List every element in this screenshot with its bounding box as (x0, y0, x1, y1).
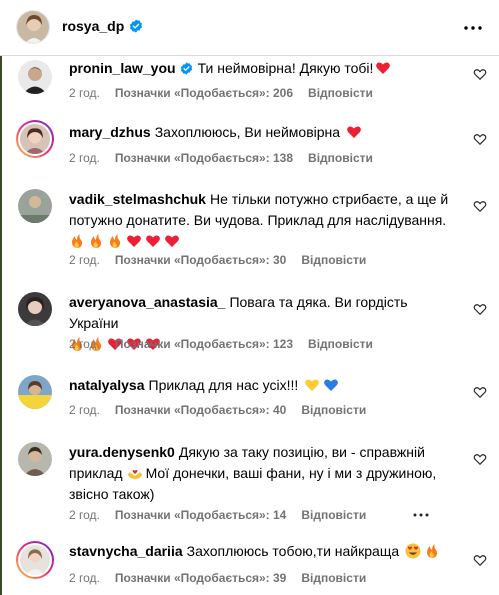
comment-text: Ти неймовірна! Дякую тобі! (197, 60, 374, 76)
comment-username[interactable]: yura.denysenk0 (69, 444, 175, 460)
comment-text: Захоплююсь тобою,ти найкраща (186, 543, 400, 559)
comment-username[interactable]: stavnycha_dariia (69, 543, 183, 559)
comment-username[interactable]: vadik_stelmashchuk (69, 191, 206, 207)
comment-likes[interactable]: Позначки «Подобається»: 30 (115, 252, 286, 268)
reply-button[interactable]: Відповісти (301, 402, 366, 418)
comment-time: 2 год. (69, 571, 100, 585)
comment-likes[interactable]: Позначки «Подобається»: 206 (115, 85, 293, 101)
comment-likes[interactable]: Позначки «Подобається»: 123 (115, 336, 293, 352)
comment-username[interactable]: pronin_law_you (69, 60, 176, 76)
like-heart-icon[interactable] (473, 302, 487, 316)
comment-more-icon[interactable] (411, 507, 431, 523)
red-heart-icon (146, 235, 160, 247)
post-author-username[interactable]: rosya_dp (62, 17, 143, 35)
commenter-avatar[interactable] (18, 189, 52, 223)
post-author-name-text[interactable]: rosya_dp (62, 17, 124, 35)
like-heart-icon[interactable] (473, 553, 487, 567)
verified-badge-icon (180, 62, 192, 75)
fire-icon (72, 234, 83, 248)
comment-meta: 2 год. Позначки «Подобається»: 30 Відпов… (69, 252, 366, 268)
comment-body: vadik_stelmashchuk Не тільки потужно стри… (69, 189, 451, 252)
comment-likes[interactable]: Позначки «Подобається»: 14 (115, 507, 286, 523)
comment-body: yura.denysenk0 Дякую за таку позицію, ви … (69, 442, 451, 505)
reply-button[interactable]: Відповісти (301, 570, 366, 586)
yellow-heart-icon (305, 379, 320, 391)
comment-meta: 2 год. Позначки «Подобається»: 123 Відпо… (69, 336, 373, 352)
comment-time: 2 год. (69, 403, 100, 417)
comment-likes[interactable]: Позначки «Подобається»: 40 (115, 402, 286, 418)
fire-icon (91, 234, 102, 248)
reply-button[interactable]: Відповісти (308, 150, 373, 166)
commenter-avatar[interactable] (16, 120, 54, 158)
commenter-avatar[interactable] (18, 292, 52, 326)
comment-text: Приклад для нас усіх!!! (148, 377, 299, 393)
comment-meta: 2 год. Позначки «Подобається»: 14 Відпов… (69, 507, 431, 523)
comment-meta: 2 год. Позначки «Подобається»: 40 Відпов… (69, 402, 366, 418)
red-heart-icon (165, 235, 179, 247)
comment-username[interactable]: mary_dzhus (69, 124, 151, 140)
like-heart-icon[interactable] (473, 452, 487, 466)
like-heart-icon[interactable] (473, 385, 487, 399)
reply-button[interactable]: Відповісти (308, 336, 373, 352)
commenter-avatar[interactable] (18, 60, 52, 94)
commenter-avatar[interactable] (16, 541, 54, 579)
like-heart-icon[interactable] (473, 67, 487, 81)
comment-body: pronin_law_you Ти неймовірна! Дякую тобі! (69, 58, 451, 79)
verified-badge-icon (130, 19, 143, 33)
comment-emojis (69, 233, 183, 249)
comment-meta: 2 год. Позначки «Подобається»: 206 Відпо… (69, 85, 373, 101)
comment-text-part2: Мої донечки, ваші фани, ну і ми з дружин… (69, 465, 437, 502)
comment-time: 2 год. (69, 151, 100, 165)
red-heart-icon (376, 62, 391, 74)
comment-meta: 2 год. Позначки «Подобається»: 138 Відпо… (69, 150, 373, 166)
comment-body: mary_dzhus Захоплююсь, Ви неймовірна (69, 122, 451, 143)
post-header: rosya_dp (0, 0, 499, 56)
fire-icon (110, 234, 121, 248)
reply-button[interactable]: Відповісти (301, 507, 366, 523)
comment-body: natalyalysa Приклад для нас усіх!!! (69, 375, 451, 396)
post-author-avatar[interactable] (16, 10, 50, 44)
comment-time: 2 год. (69, 508, 100, 522)
comment-time: 2 год. (69, 253, 100, 267)
comment-username[interactable]: averyanova_anastasia_ (69, 294, 225, 310)
comment-likes[interactable]: Позначки «Подобається»: 138 (115, 150, 293, 166)
more-options-icon[interactable] (461, 16, 485, 40)
comment-body: stavnycha_dariia Захоплююсь тобою,ти найк… (69, 541, 451, 562)
blue-heart-icon (324, 379, 339, 391)
commenter-avatar[interactable] (18, 442, 52, 476)
heart-eyes-icon (405, 543, 421, 559)
comment-likes[interactable]: Позначки «Подобається»: 39 (115, 570, 286, 586)
like-heart-icon[interactable] (473, 132, 487, 146)
comment-time: 2 год. (69, 337, 100, 351)
comment-time: 2 год. (69, 86, 100, 100)
comment-text: Захоплююсь, Ви неймовірна (154, 124, 341, 140)
reply-button[interactable]: Відповісти (308, 85, 373, 101)
commenter-avatar[interactable] (18, 375, 52, 409)
red-heart-icon (347, 126, 361, 138)
left-edge-strip (0, 0, 2, 595)
fire-icon (427, 544, 438, 558)
comment-meta: 2 год. Позначки «Подобається»: 39 Відпов… (69, 570, 366, 586)
red-heart-icon (127, 235, 141, 247)
reply-button[interactable]: Відповісти (301, 252, 366, 268)
comment-username[interactable]: natalyalysa (69, 377, 145, 393)
hands-heart-icon (127, 469, 142, 479)
like-heart-icon[interactable] (473, 199, 487, 213)
